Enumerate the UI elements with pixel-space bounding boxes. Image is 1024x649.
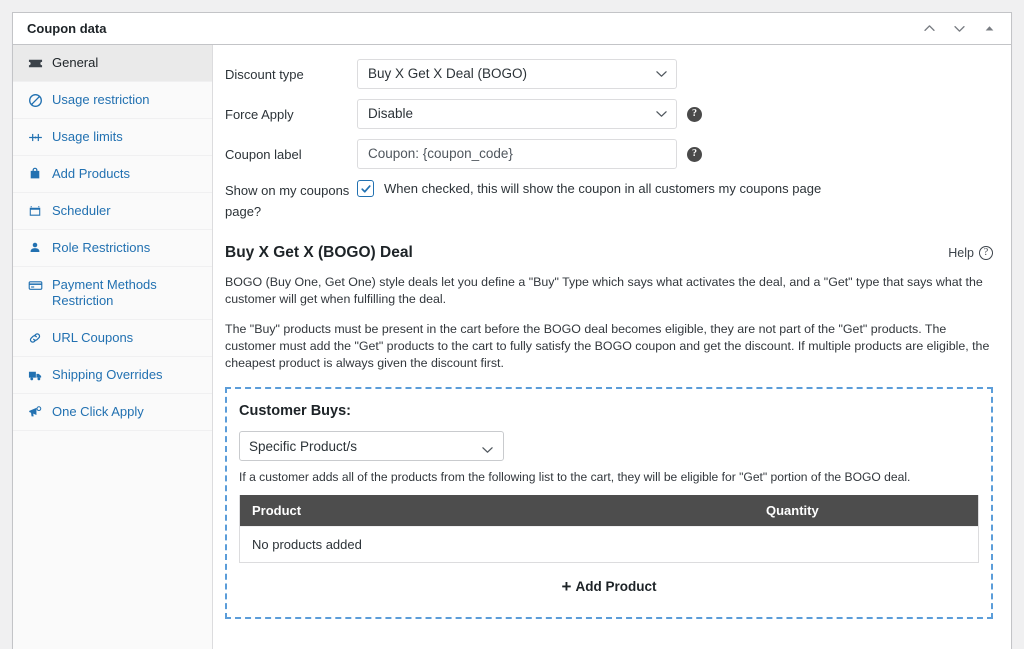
bogo-section-title: Buy X Get X (BOGO) Deal (225, 244, 413, 261)
sidebar-item-general[interactable]: General (13, 45, 212, 82)
sidebar-item-role-restrictions[interactable]: Role Restrictions (13, 230, 212, 267)
show-on-my-coupons-description: When checked, this will show the coupon … (384, 181, 822, 196)
table-empty-row: No products added (240, 526, 978, 562)
chevron-down-icon (656, 70, 667, 78)
sidebar-item-label: Add Products (52, 166, 131, 181)
toggle-panel-icon[interactable] (975, 15, 1003, 43)
coupon-label-label: Coupon label (225, 147, 302, 162)
customer-buys-type-select[interactable]: Specific Product/s (239, 431, 504, 461)
coupon-label-input[interactable]: Coupon: {coupon_code} (357, 139, 677, 169)
coupon-label-field-wrap: Coupon: {coupon_code} ? (357, 139, 702, 169)
customer-buys-title: Customer Buys: (239, 403, 351, 419)
customer-buys-product-table: Product Quantity No products added (239, 495, 979, 563)
plus-icon: + (561, 577, 572, 596)
discount-type-select[interactable]: Buy X Get X Deal (BOGO) (357, 59, 677, 89)
add-product-button[interactable]: + Add Product (239, 563, 979, 601)
coupon-data-panel: Coupon data General Usage restriction Us… (12, 12, 1012, 649)
field-row-show-on-my-coupons: Show on my coupons page? When checked, t… (225, 179, 1001, 222)
bag-icon (27, 166, 43, 182)
customer-buys-section: Customer Buys: Specific Product/s If a c… (225, 387, 993, 619)
force-apply-label: Force Apply (225, 107, 294, 122)
sidebar-item-label: Payment Methods Restriction (52, 277, 157, 308)
field-row-discount-type: Discount type Buy X Get X Deal (BOGO) (225, 59, 1001, 89)
megaphone-icon (27, 404, 43, 420)
bogo-paragraph-1: BOGO (Buy One, Get One) style deals let … (225, 275, 983, 306)
ticket-icon (27, 55, 43, 71)
sidebar-item-label: Usage limits (52, 129, 123, 144)
sidebar-item-label: URL Coupons (52, 330, 134, 345)
calendar-icon (27, 203, 43, 219)
panel-body: General Usage restriction Usage limits A… (13, 45, 1011, 649)
sidebar-item-one-click-apply[interactable]: One Click Apply (13, 394, 212, 431)
sidebar-item-url-coupons[interactable]: URL Coupons (13, 320, 212, 357)
column-header-product: Product (252, 503, 302, 518)
column-header-quantity: Quantity (766, 503, 819, 518)
ban-icon (27, 92, 43, 108)
sidebar-item-add-products[interactable]: Add Products (13, 156, 212, 193)
coupon-label-help-icon[interactable]: ? (687, 146, 702, 162)
limits-icon (27, 129, 43, 145)
force-apply-value: Disable (368, 106, 414, 121)
field-row-coupon-label: Coupon label Coupon: {coupon_code} ? (225, 139, 1001, 169)
force-apply-field-wrap: Disable ? (357, 99, 702, 129)
force-apply-help-icon[interactable]: ? (687, 106, 702, 122)
coupon-data-sidebar: General Usage restriction Usage limits A… (13, 45, 213, 649)
question-mark-icon: ? (979, 246, 993, 260)
user-icon (27, 240, 43, 256)
force-apply-select[interactable]: Disable (357, 99, 677, 129)
general-settings-content: Discount type Buy X Get X Deal (BOGO) Fo… (213, 45, 1011, 649)
show-on-my-coupons-label: Show on my coupons page? (225, 183, 350, 219)
add-product-label: Add Product (575, 579, 657, 594)
table-header-row: Product Quantity (240, 495, 978, 526)
customer-buys-hint: If a customer adds all of the products f… (239, 470, 911, 484)
show-on-my-coupons-checkbox[interactable] (357, 180, 374, 197)
sidebar-item-usage-restriction[interactable]: Usage restriction (13, 82, 212, 119)
bogo-paragraph-2: The "Buy" products must be present in th… (225, 322, 990, 370)
sidebar-item-shipping-overrides[interactable]: Shipping Overrides (13, 357, 212, 394)
help-link[interactable]: Help ? (948, 246, 993, 260)
move-down-icon[interactable] (945, 15, 973, 43)
sidebar-item-usage-limits[interactable]: Usage limits (13, 119, 212, 156)
credit-card-icon (27, 277, 43, 293)
discount-type-field-wrap: Buy X Get X Deal (BOGO) (357, 59, 677, 89)
sidebar-item-label: Role Restrictions (52, 240, 151, 255)
customer-buys-type-value: Specific Product/s (249, 438, 358, 454)
sidebar-item-label: Usage restriction (52, 92, 150, 107)
discount-type-value: Buy X Get X Deal (BOGO) (368, 66, 528, 81)
check-icon (360, 184, 371, 193)
sidebar-item-payment-methods-restriction[interactable]: Payment Methods Restriction (13, 267, 212, 320)
sidebar-item-label: One Click Apply (52, 404, 144, 419)
sidebar-item-label: General (52, 55, 99, 70)
discount-type-label: Discount type (225, 67, 304, 82)
help-link-label: Help (948, 246, 974, 260)
truck-icon (27, 367, 43, 383)
panel-header: Coupon data (13, 13, 1011, 45)
coupon-label-value: Coupon: {coupon_code} (368, 146, 513, 161)
chevron-down-icon (482, 442, 493, 453)
page-title: Coupon data (27, 21, 107, 36)
panel-header-actions (915, 15, 1003, 43)
sidebar-item-label: Shipping Overrides (52, 367, 163, 382)
field-row-force-apply: Force Apply Disable ? (225, 99, 1001, 129)
sidebar-item-scheduler[interactable]: Scheduler (13, 193, 212, 230)
sidebar-item-label: Scheduler (52, 203, 111, 218)
link-icon (27, 330, 43, 346)
move-up-icon[interactable] (915, 15, 943, 43)
chevron-down-icon (656, 110, 667, 118)
screen: Coupon data General Usage restriction Us… (0, 0, 1024, 649)
bogo-section-header: Buy X Get X (BOGO) Deal Help ? (225, 244, 1001, 262)
